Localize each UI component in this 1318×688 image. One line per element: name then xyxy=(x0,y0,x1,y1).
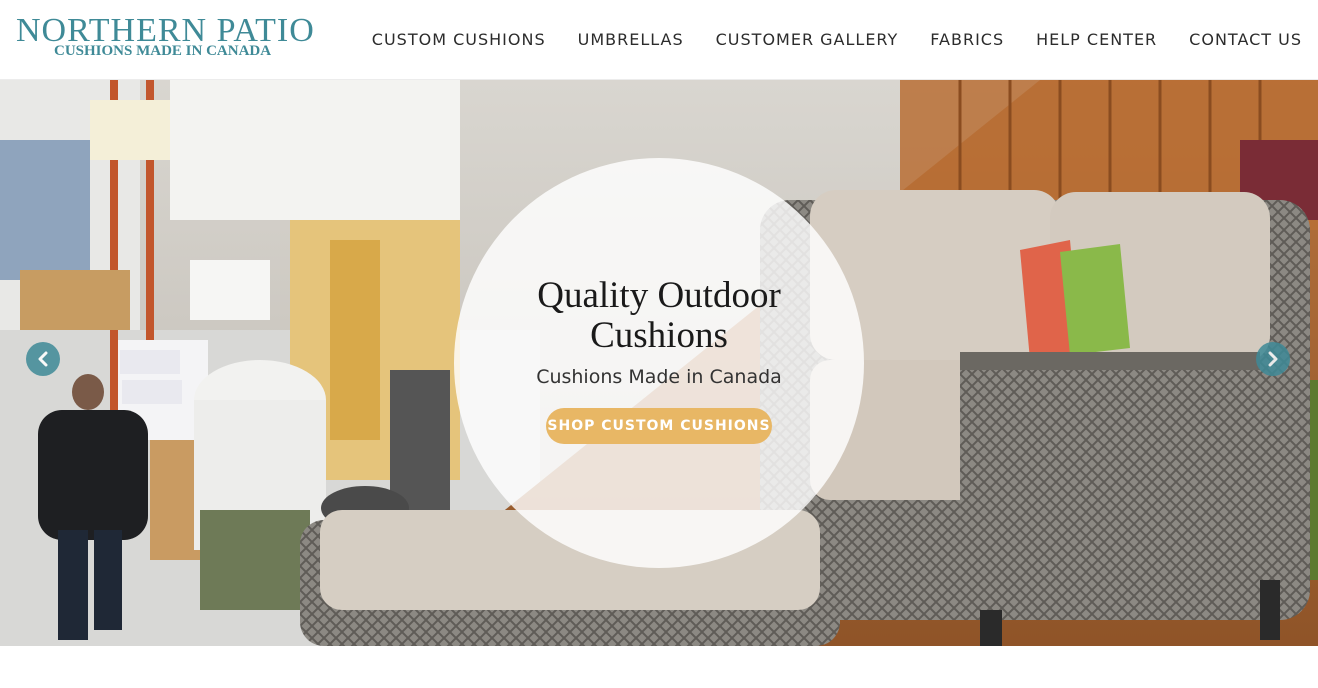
nav-umbrellas[interactable]: UMBRELLAS xyxy=(578,30,684,49)
hero-slider: Quality Outdoor Cushions Cushions Made i… xyxy=(0,80,1318,646)
nav-custom-cushions[interactable]: CUSTOM CUSHIONS xyxy=(372,30,546,49)
main-nav: CUSTOM CUSHIONS UMBRELLAS CUSTOMER GALLE… xyxy=(372,0,1302,78)
nav-fabrics[interactable]: FABRICS xyxy=(930,30,1004,49)
chevron-right-icon xyxy=(1268,351,1278,367)
nav-help-center[interactable]: HELP CENTER xyxy=(1036,30,1157,49)
logo-tagline: CUSHIONS MADE IN CANADA xyxy=(54,43,272,59)
nav-contact-us[interactable]: CONTACT US xyxy=(1189,30,1302,49)
logo[interactable]: NORTHERN PATIO CUSHIONS MADE IN CANADA xyxy=(16,14,316,66)
nav-customer-gallery[interactable]: CUSTOMER GALLERY xyxy=(716,30,899,49)
page-bottom-area xyxy=(0,646,1318,688)
hero-circle-overlay: Quality Outdoor Cushions Cushions Made i… xyxy=(454,158,864,568)
chevron-left-icon xyxy=(38,351,48,367)
slider-next-button[interactable] xyxy=(1256,342,1290,376)
hero-title: Quality Outdoor Cushions xyxy=(537,275,781,356)
slider-prev-button[interactable] xyxy=(26,342,60,376)
site-header: NORTHERN PATIO CUSHIONS MADE IN CANADA C… xyxy=(0,0,1318,80)
shop-custom-cushions-button[interactable]: SHOP CUSTOM CUSHIONS xyxy=(546,408,772,444)
hero-subtitle: Cushions Made in Canada xyxy=(536,366,782,388)
